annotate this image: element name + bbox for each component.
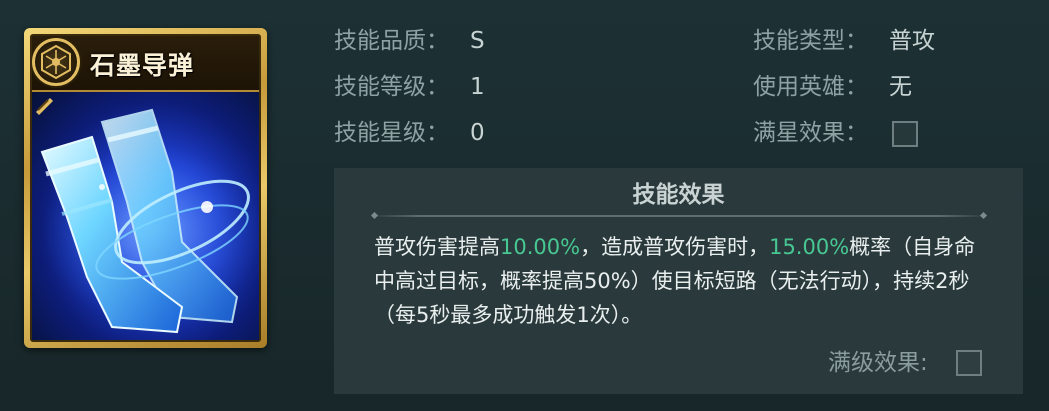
skill-effect-panel: 技能效果 普攻伤害提高10.00%，造成普攻伤害时，15.00%概率（自身命中高… [334, 168, 1023, 394]
fullstar-label: 满星效果： [753, 120, 868, 146]
hero-value: 无 [889, 74, 912, 100]
star-label: 技能星级： [334, 120, 449, 146]
quality-value: S [470, 28, 485, 54]
fullstar-checkbox[interactable] [892, 121, 918, 147]
effect-highlight-value: 10.00% [500, 235, 581, 259]
skill-card-header: 石墨导弹 [32, 36, 259, 92]
effect-description: 普攻伤害提高10.00%，造成普攻伤害时，15.00%概率（自身命中高过目标，概… [374, 230, 994, 332]
skill-card: 石墨导弹 [24, 28, 267, 348]
maxlevel-label: 满级效果: [828, 350, 928, 376]
skill-card-inner: 石墨导弹 [30, 34, 261, 342]
hero-label: 使用英雄： [753, 74, 868, 100]
skill-card-art [32, 92, 259, 340]
maxlevel-checkbox[interactable] [956, 350, 982, 376]
type-value: 普攻 [889, 28, 935, 54]
type-label: 技能类型： [753, 28, 868, 54]
effect-divider [370, 215, 988, 217]
hex-flower-emblem-icon [32, 38, 80, 86]
gold-corner-badge-icon [36, 98, 53, 115]
level-label: 技能等级： [334, 74, 449, 100]
quality-label: 技能品质： [334, 28, 449, 54]
effect-title: 技能效果 [632, 182, 725, 208]
skill-card-title: 石墨导弹 [90, 51, 195, 80]
skill-detail-panel: 石墨导弹 技能品质： S 技能等级： 1 技能星级： 0 技能类型： 普攻 使用… [0, 0, 1049, 411]
level-value: 1 [470, 74, 485, 100]
effect-highlight-value: 15.00% [769, 235, 850, 259]
star-value: 0 [470, 120, 485, 146]
effect-text-part: ，造成普攻伤害时， [580, 235, 770, 259]
blue-boots-art-icon [40, 108, 259, 334]
effect-text-part: 普攻伤害提高 [374, 235, 500, 259]
